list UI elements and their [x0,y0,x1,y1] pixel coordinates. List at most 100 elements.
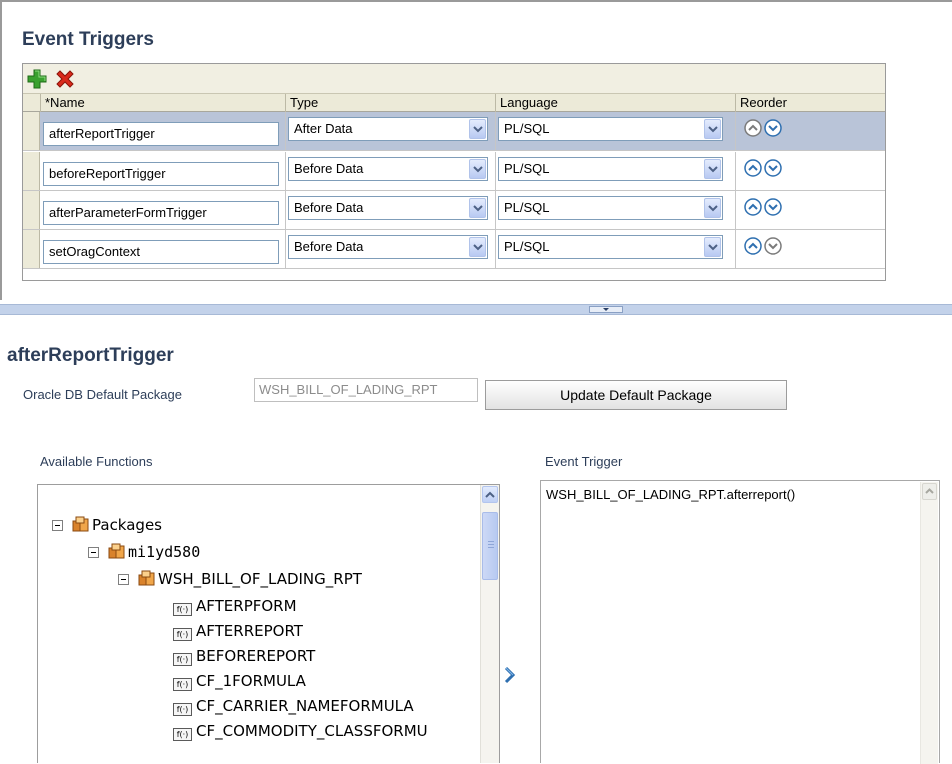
tree-node-function[interactable]: f(·) CF_COMMODITY_CLASSFORMU [173,721,428,741]
tree-scrollbar[interactable] [480,485,499,763]
event-trigger-scrollbar[interactable] [920,482,938,764]
move-up-icon[interactable] [743,158,763,178]
trigger-type-select[interactable]: After Data [288,117,488,141]
row-header[interactable] [23,112,40,150]
trigger-language-value: PL/SQL [504,239,550,254]
row-header[interactable] [23,230,40,268]
package-icon [72,516,92,534]
chevron-down-icon[interactable] [704,198,721,218]
scroll-thumb[interactable] [482,512,498,580]
event-triggers-table: *Name Type Language Reorder afterReportT… [22,63,886,281]
trigger-row[interactable]: afterReportTrigger After Data PL/SQL [23,112,885,151]
trigger-detail-title: afterReportTrigger [7,345,174,366]
tree-node-function[interactable]: f(·) BEFOREREPORT [173,646,315,666]
move-up-icon[interactable] [743,236,763,256]
scroll-up-button[interactable] [922,483,937,500]
function-label: BEFOREREPORT [196,647,316,665]
move-down-icon[interactable] [763,236,783,256]
function-icon: f(·) [173,678,192,691]
collapse-toggle-icon[interactable] [118,574,129,585]
chevron-down-icon[interactable] [469,198,486,218]
trigger-row[interactable]: setOragContext Before Data PL/SQL [23,230,885,269]
event-triggers-title: Event Triggers [22,29,154,50]
function-icon: f(·) [173,703,192,716]
event-trigger-label: Event Trigger [545,454,623,469]
chevron-down-icon[interactable] [469,119,486,139]
default-package-label: Oracle DB Default Package [23,387,182,402]
tree-node-function[interactable]: f(·) AFTERPFORM [173,596,297,616]
trigger-language-select[interactable]: PL/SQL [498,157,723,181]
move-down-icon[interactable] [763,118,783,138]
row-header[interactable] [23,191,40,229]
chevron-down-icon[interactable] [704,237,721,257]
function-label: AFTERPFORM [196,597,297,615]
trigger-name-input[interactable]: setOragContext [43,240,279,264]
update-default-package-button[interactable]: Update Default Package [485,380,787,410]
move-up-icon[interactable] [743,118,763,138]
trigger-row[interactable]: beforeReportTrigger Before Data PL/SQL [23,152,885,191]
chevron-down-icon[interactable] [469,237,486,257]
scroll-up-button[interactable] [482,486,498,503]
tree-node-function[interactable]: f(·) CF_CARRIER_NAMEFORMULA [173,696,414,716]
chevron-down-icon[interactable] [704,119,721,139]
col-language[interactable]: Language [495,94,735,112]
function-label: CF_COMMODITY_CLASSFORMU [196,722,428,740]
trigger-type-value: Before Data [294,161,364,176]
trigger-name-input[interactable]: beforeReportTrigger [43,162,279,186]
default-package-field[interactable]: WSH_BILL_OF_LADING_RPT [254,378,478,402]
row-header[interactable] [23,152,40,190]
tree-node-function[interactable]: f(·) AFTERREPORT [173,621,303,641]
top-border [0,0,952,2]
chevron-down-icon[interactable] [704,159,721,179]
trigger-language-select[interactable]: PL/SQL [498,196,723,220]
trigger-name-input[interactable]: afterReportTrigger [43,122,279,146]
move-down-icon[interactable] [763,197,783,217]
function-label: AFTERREPORT [196,622,303,640]
trigger-row[interactable]: afterParameterFormTrigger Before Data PL/S… [23,191,885,230]
tree-node-package[interactable]: WSH_BILL_OF_LADING_RPT [138,569,362,589]
col-type[interactable]: Type [285,94,495,112]
move-right-icon[interactable] [500,665,520,685]
trigger-language-value: PL/SQL [504,161,550,176]
trigger-type-select[interactable]: Before Data [288,235,488,259]
trigger-language-value: PL/SQL [504,121,550,136]
tree-node-label: WSH_BILL_OF_LADING_RPT [158,570,362,588]
function-icon: f(·) [173,628,192,641]
move-up-icon[interactable] [743,197,763,217]
trigger-type-value: Before Data [294,200,364,215]
package-icon [108,543,128,561]
left-border [0,0,2,300]
col-reorder[interactable]: Reorder [735,94,885,112]
splitter-collapse-handle[interactable] [589,306,623,313]
collapse-toggle-icon[interactable] [88,547,99,558]
tree-node-label: Packages [92,516,162,534]
tree-node-function[interactable]: f(·) CF_1FORMULA [173,671,306,691]
move-down-icon[interactable] [763,158,783,178]
collapse-toggle-icon[interactable] [52,520,63,531]
chevron-down-icon[interactable] [469,159,486,179]
trigger-type-select[interactable]: Before Data [288,196,488,220]
tree-node-packages[interactable]: Packages [72,515,162,535]
trigger-name-input[interactable]: afterParameterFormTrigger [43,201,279,225]
function-icon: f(·) [173,728,192,741]
event-trigger-textarea[interactable]: WSH_BILL_OF_LADING_RPT.afterreport() [540,480,940,764]
trigger-language-select[interactable]: PL/SQL [498,235,723,259]
function-icon: f(·) [173,653,192,666]
trigger-language-value: PL/SQL [504,200,550,215]
red-x-icon[interactable] [54,68,76,90]
available-functions-label: Available Functions [40,454,153,469]
pane-splitter[interactable] [0,304,952,315]
col-name[interactable]: *Name [40,94,285,112]
function-icon: f(·) [173,603,192,616]
table-header: *Name Type Language Reorder [23,94,885,112]
tree-node-schema[interactable]: mi1yd580 [108,542,200,562]
function-label: CF_1FORMULA [196,672,306,690]
trigger-type-value: After Data [294,121,353,136]
table-toolbar [23,64,885,94]
package-icon [138,570,158,588]
tree-node-label: mi1yd580 [128,543,201,561]
plus-icon[interactable] [26,68,48,90]
trigger-language-select[interactable]: PL/SQL [498,117,723,141]
trigger-type-select[interactable]: Before Data [288,157,488,181]
function-label: CF_CARRIER_NAMEFORMULA [196,697,414,715]
